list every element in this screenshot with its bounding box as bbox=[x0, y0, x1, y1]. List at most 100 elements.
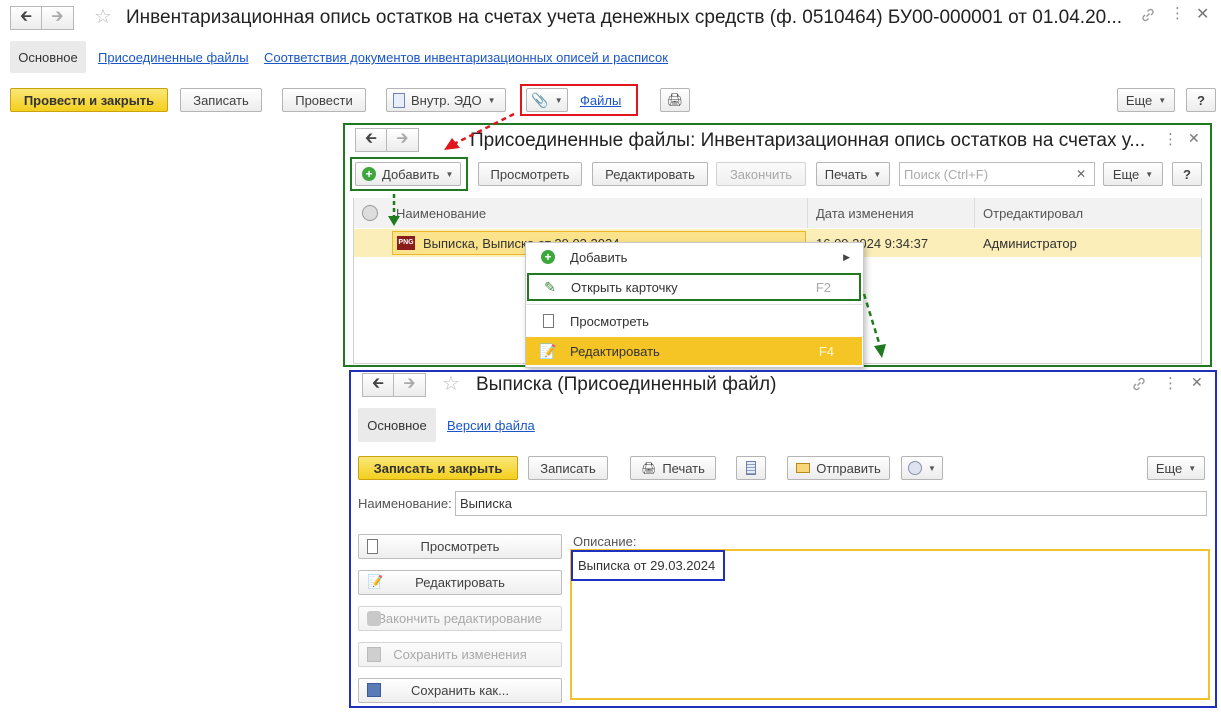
card-close-icon[interactable]: ✕ bbox=[1191, 374, 1203, 391]
attach-dropdown-button[interactable]: 📎 ▼ bbox=[526, 88, 568, 112]
menu-item-view-label: Просмотреть bbox=[570, 313, 649, 329]
side-save-changes-button[interactable]: Сохранить изменения bbox=[358, 642, 562, 667]
card-title: Выписка (Присоединенный файл) bbox=[476, 374, 777, 395]
post-close-button[interactable]: Провести и закрыть bbox=[10, 88, 168, 112]
card-print-button[interactable]: 🖨 Печать bbox=[630, 456, 716, 480]
files-link[interactable]: Файлы bbox=[580, 93, 621, 108]
arrow-right-icon: 🡲 bbox=[396, 129, 409, 147]
more-label: Еще bbox=[1125, 92, 1153, 108]
side-edit-button[interactable]: 📝 Редактировать bbox=[358, 570, 562, 595]
card-more-label: Еще bbox=[1155, 460, 1183, 476]
card-tab-main[interactable]: Основное bbox=[358, 408, 436, 442]
files-more-button[interactable]: Еще ▼ bbox=[1103, 162, 1163, 186]
link-icon[interactable] bbox=[1140, 7, 1156, 23]
printer-icon: 🖨 bbox=[666, 92, 684, 107]
post-button[interactable]: Провести bbox=[282, 88, 366, 112]
settings-circle-icon bbox=[908, 461, 923, 475]
card-send-button[interactable]: Отправить bbox=[787, 456, 890, 480]
files-nav-buttons: 🡰 🡲 bbox=[355, 128, 419, 152]
side-finish-edit-button[interactable]: Закончить редактирование bbox=[358, 606, 562, 631]
table-settings-icon[interactable] bbox=[362, 205, 378, 221]
close-icon[interactable]: ✕ bbox=[1196, 4, 1209, 24]
card-back-button[interactable]: 🡰 bbox=[362, 373, 394, 397]
files-search-placeholder: Поиск (Ctrl+F) bbox=[904, 166, 989, 182]
arrow-left-icon: 🡰 bbox=[19, 7, 33, 25]
table-header-name[interactable]: Наименование bbox=[354, 198, 808, 228]
files-print-button[interactable]: Печать ▼ bbox=[816, 162, 890, 186]
search-clear-icon[interactable]: ✕ bbox=[1076, 167, 1086, 181]
print-button[interactable]: 🖨 bbox=[660, 88, 690, 112]
dropdown-arrow-icon: ▼ bbox=[445, 169, 454, 179]
side-view-button[interactable]: Просмотреть bbox=[358, 534, 562, 559]
side-save-changes-label: Сохранить изменения bbox=[393, 647, 527, 662]
tab-main[interactable]: Основное bbox=[10, 41, 86, 73]
side-finish-label: Закончить редактирование bbox=[378, 611, 542, 626]
card-extra-dropdown-button[interactable]: ▼ bbox=[901, 456, 943, 480]
document-icon bbox=[393, 92, 405, 108]
card-favorite-star-icon[interactable]: ☆ bbox=[442, 371, 460, 396]
save-button[interactable]: Записать bbox=[180, 88, 262, 112]
table-header-editor[interactable]: Отредактировал bbox=[975, 198, 1201, 228]
card-more-button[interactable]: Еще ▼ bbox=[1147, 456, 1205, 480]
tab-attached-files[interactable]: Присоединенные файлы bbox=[98, 50, 249, 65]
side-edit-label: Редактировать bbox=[415, 575, 505, 590]
more-button[interactable]: Еще ▼ bbox=[1117, 88, 1175, 112]
files-edit-button[interactable]: Редактировать bbox=[592, 162, 708, 186]
main-window-title: Инвентаризационная опись остатков на сче… bbox=[126, 7, 1123, 28]
list-document-icon bbox=[746, 461, 756, 475]
menu-item-add[interactable]: + Добавить ▶ bbox=[526, 243, 862, 271]
back-button[interactable]: 🡰 bbox=[10, 6, 42, 30]
description-label: Описание: bbox=[573, 534, 637, 549]
dropdown-arrow-icon: ▼ bbox=[1188, 463, 1197, 473]
green-arrow-icon bbox=[862, 293, 886, 358]
files-back-button[interactable]: 🡰 bbox=[355, 128, 387, 152]
files-view-button[interactable]: Просмотреть bbox=[478, 162, 582, 186]
files-more-label: Еще bbox=[1112, 166, 1140, 182]
green-arrow-down-icon bbox=[388, 194, 400, 226]
card-more-vertical-icon[interactable]: ⋮ bbox=[1163, 374, 1178, 392]
files-forward-button[interactable]: 🡲 bbox=[387, 128, 419, 152]
forward-button[interactable]: 🡲 bbox=[42, 6, 74, 30]
card-save-button[interactable]: Записать bbox=[528, 456, 608, 480]
menu-item-open-card-label: Открыть карточку bbox=[571, 279, 678, 295]
files-close-icon[interactable]: ✕ bbox=[1188, 130, 1200, 147]
card-tab-versions[interactable]: Версии файла bbox=[447, 418, 535, 433]
description-value: Выписка от 29.03.2024 bbox=[578, 558, 716, 573]
files-add-button[interactable]: + Добавить ▼ bbox=[355, 162, 461, 186]
plus-circle-icon: + bbox=[541, 250, 555, 264]
name-input-value: Выписка bbox=[460, 496, 513, 511]
side-view-label: Просмотреть bbox=[420, 539, 500, 554]
tab-correspondences[interactable]: Соответствия документов инвентаризационн… bbox=[264, 50, 668, 65]
pencil-icon: ✎ bbox=[544, 278, 556, 295]
more-vertical-icon[interactable]: ⋮ bbox=[1170, 5, 1185, 25]
table-header-date[interactable]: Дата изменения bbox=[808, 198, 975, 228]
dropdown-arrow-icon: ▼ bbox=[487, 95, 496, 105]
files-search-input[interactable]: Поиск (Ctrl+F) bbox=[899, 162, 1095, 186]
plus-circle-icon: + bbox=[362, 167, 376, 181]
help-button[interactable]: ? bbox=[1186, 88, 1216, 112]
card-list-button[interactable] bbox=[736, 456, 766, 480]
name-input[interactable]: Выписка bbox=[455, 491, 1207, 516]
document-icon bbox=[367, 539, 378, 554]
favorite-star-icon[interactable]: ☆ bbox=[94, 4, 112, 29]
dropdown-arrow-icon: ▼ bbox=[928, 463, 936, 473]
main-nav-buttons: 🡰 🡲 bbox=[10, 6, 74, 30]
card-save-close-button[interactable]: Записать и закрыть bbox=[358, 456, 518, 480]
card-forward-button[interactable]: 🡲 bbox=[394, 373, 426, 397]
menu-item-open-card[interactable]: ✎ Открыть карточку F2 bbox=[527, 273, 861, 301]
files-help-button[interactable]: ? bbox=[1172, 162, 1202, 186]
side-save-as-button[interactable]: Сохранить как... bbox=[358, 678, 562, 703]
edo-label: Внутр. ЭДО bbox=[411, 92, 482, 108]
files-more-vertical-icon[interactable]: ⋮ bbox=[1163, 130, 1178, 148]
edit-document-icon: 📝 bbox=[367, 574, 384, 589]
menu-item-edit[interactable]: 📝 Редактировать F4 bbox=[526, 337, 862, 365]
shortcut-f2: F2 bbox=[815, 279, 831, 295]
row-editor: Администратор bbox=[983, 236, 1077, 251]
menu-item-view[interactable]: Просмотреть bbox=[526, 307, 862, 335]
name-field-label: Наименование: bbox=[358, 496, 452, 511]
edo-button[interactable]: Внутр. ЭДО ▼ bbox=[386, 88, 506, 112]
files-finish-button[interactable]: Закончить bbox=[716, 162, 806, 186]
finish-edit-icon bbox=[367, 611, 381, 626]
card-link-icon[interactable] bbox=[1131, 376, 1147, 392]
description-highlight-blue: Выписка от 29.03.2024 bbox=[571, 550, 725, 581]
